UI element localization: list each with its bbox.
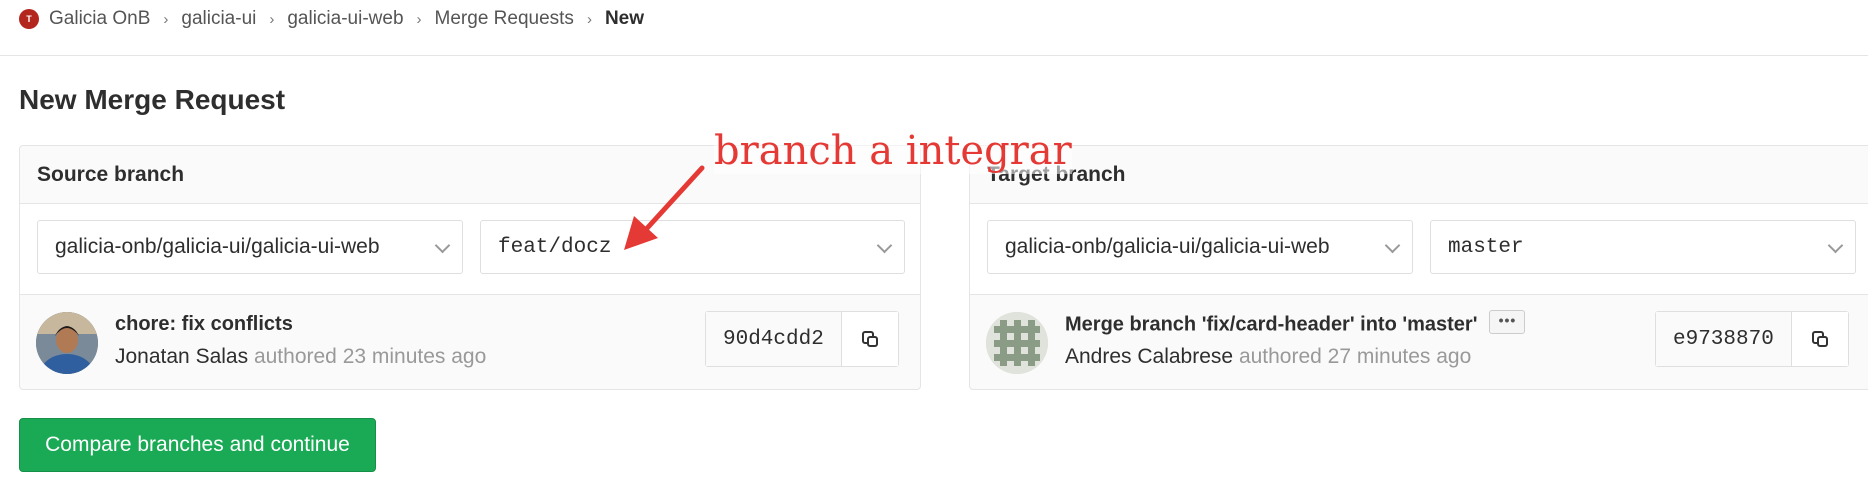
commit-meta: Andres Calabrese authored 27 minutes ago	[1065, 345, 1471, 369]
commit-meta: Jonatan Salas authored 23 minutes ago	[115, 345, 486, 369]
commit-author[interactable]: Jonatan Salas	[115, 345, 248, 368]
breadcrumb-item-project[interactable]: galicia-ui-web	[287, 8, 403, 30]
copy-icon	[1811, 331, 1828, 347]
source-branch-panel: Source branch galicia-onb/galicia-ui/gal…	[19, 145, 921, 390]
target-project-value: galicia-onb/galicia-ui/galicia-ui-web	[1005, 235, 1330, 258]
target-branch-dropdown[interactable]: master	[1430, 220, 1856, 274]
header-divider	[0, 55, 1868, 56]
target-branch-header: Target branch	[970, 146, 1868, 204]
breadcrumb-item-merge-requests[interactable]: Merge Requests	[435, 8, 574, 30]
annotation-label: branch a integrar	[714, 128, 1072, 174]
chevron-right-icon: ›	[163, 10, 169, 28]
chevron-down-icon	[1827, 237, 1844, 254]
commit-title[interactable]: chore: fix conflicts	[115, 313, 293, 336]
chevron-right-icon: ›	[586, 10, 592, 28]
source-selectors: galicia-onb/galicia-ui/galicia-ui-web fe…	[20, 204, 920, 295]
copy-sha-button[interactable]	[840, 312, 898, 366]
commit-sha-group: 90d4cdd2	[705, 311, 899, 367]
breadcrumb-current: New	[604, 8, 645, 29]
target-branch-value: master	[1448, 235, 1524, 259]
target-project-dropdown[interactable]: galicia-onb/galicia-ui/galicia-ui-web	[987, 220, 1413, 274]
commit-title-text[interactable]: Merge branch 'fix/card-header' into 'mas…	[1065, 313, 1477, 335]
commit-author[interactable]: Andres Calabrese	[1065, 345, 1233, 368]
avatar[interactable]	[36, 312, 98, 374]
source-commit: chore: fix conflicts Jonatan Salas autho…	[20, 295, 920, 392]
commit-sha[interactable]: 90d4cdd2	[706, 312, 841, 366]
commit-time: authored 27 minutes ago	[1238, 345, 1472, 368]
group-logo-icon[interactable]: T	[19, 9, 39, 29]
commit-sha-group: e9738870	[1655, 311, 1849, 367]
source-branch-value: feat/docz	[498, 235, 612, 259]
breadcrumb-item-group[interactable]: Galicia OnB	[49, 8, 150, 30]
source-project-dropdown[interactable]: galicia-onb/galicia-ui/galicia-ui-web	[37, 220, 463, 274]
chevron-right-icon: ›	[416, 10, 422, 28]
compare-branches-button[interactable]: Compare branches and continue	[19, 418, 376, 472]
source-branch-dropdown[interactable]: feat/docz	[480, 220, 905, 274]
source-project-value: galicia-onb/galicia-ui/galicia-ui-web	[55, 235, 380, 258]
commit-sha[interactable]: e9738870	[1656, 312, 1791, 366]
breadcrumb-item-subgroup[interactable]: galicia-ui	[181, 8, 256, 30]
commit-title: Merge branch 'fix/card-header' into 'mas…	[1065, 310, 1526, 337]
breadcrumb: T Galicia OnB › galicia-ui › galicia-ui-…	[19, 4, 644, 34]
chevron-down-icon	[434, 237, 451, 254]
copy-sha-button[interactable]	[1790, 312, 1848, 366]
target-commit: Merge branch 'fix/card-header' into 'mas…	[970, 295, 1868, 392]
page-title: New Merge Request	[19, 84, 286, 115]
chevron-right-icon: ›	[269, 10, 275, 28]
chevron-down-icon	[1384, 237, 1401, 254]
commit-time: authored 23 minutes ago	[253, 345, 487, 368]
avatar[interactable]	[986, 312, 1048, 374]
more-icon[interactable]: •••	[1489, 310, 1526, 334]
target-selectors: galicia-onb/galicia-ui/galicia-ui-web ma…	[970, 204, 1868, 295]
chevron-down-icon	[876, 237, 893, 254]
copy-icon	[861, 331, 878, 347]
target-branch-panel: Target branch galicia-onb/galicia-ui/gal…	[969, 145, 1868, 390]
